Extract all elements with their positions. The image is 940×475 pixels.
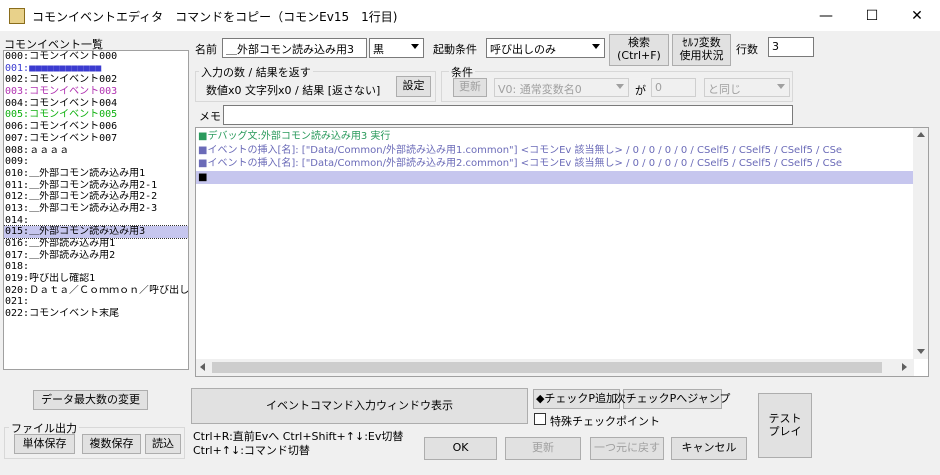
command-line[interactable]: ■イベントの挿入[名]: ["Data/Common/外部読み込み用1.comm… (198, 145, 842, 157)
memo-label: メモ (199, 110, 221, 123)
list-item[interactable]: 003:コモンイベント003 (4, 86, 188, 98)
check-add-button[interactable]: ◆チェックP追加 (533, 389, 620, 409)
next-check-button[interactable]: 次チェックPへジャンプ (615, 389, 730, 409)
close-button[interactable]: ✕ (894, 0, 940, 31)
event-command-window-button[interactable]: イベントコマンド入力ウィンドウ表示 (191, 388, 528, 424)
cancel-button[interactable]: キャンセル (671, 437, 747, 460)
condition-value-spinner[interactable]: 0 (651, 78, 696, 97)
trigger-label: 起動条件 (433, 43, 477, 56)
condition-variable-select[interactable]: V0: 通常変数名0 (494, 78, 629, 97)
line-count-label: 行数 (736, 43, 758, 56)
title-bar: コモンイベントエディタ コマンドをコピー（コモンEv15 1行目) — ☐ ✕ (0, 0, 940, 31)
list-item[interactable]: 011:＿外部コモン読み込み用2-1 (4, 180, 188, 192)
command-editor[interactable]: ■デバッグ文:外部コモン読み込み用3 実行 ■イベントの挿入[名]: ["Data… (195, 127, 929, 377)
list-item[interactable]: 018: (4, 261, 188, 273)
condition-comparator-select[interactable]: と同じ (704, 78, 790, 97)
list-item[interactable]: 017:＿外部読み込み用2 (4, 250, 188, 262)
list-item[interactable]: 010:＿外部コモン読み込み用1 (4, 168, 188, 180)
io-summary: 数値x0 文字列x0 / 結果 [返さない] (206, 84, 381, 97)
list-item[interactable]: 002:コモンイベント002 (4, 74, 188, 86)
io-group-label: 入力の数 / 結果を返す (199, 64, 313, 80)
maximize-button[interactable]: ☐ (849, 0, 895, 31)
scroll-right-icon (902, 363, 907, 371)
color-select[interactable]: 黒 (369, 38, 424, 58)
editor-horizontal-scrollbar[interactable] (196, 359, 914, 376)
selected-line-highlight (196, 171, 914, 184)
condition-comparator-value: と同じ (708, 83, 741, 96)
list-item[interactable]: 008:ａａａａ (4, 145, 188, 157)
search-button-line2: (Ctrl+F) (617, 49, 661, 62)
test-play-line1: テスト (768, 411, 802, 425)
list-item[interactable]: 005:コモンイベント005 (4, 109, 188, 121)
scroll-thumb[interactable] (212, 362, 882, 373)
self-var-button[interactable]: ｾﾙﾌ変数 使用状況 (672, 34, 731, 66)
single-save-button[interactable]: 単体保存 (14, 434, 75, 454)
chevron-down-icon (411, 44, 419, 49)
list-item[interactable]: 022:コモンイベント末尾 (4, 308, 188, 320)
test-play-line2: プレイ (768, 424, 802, 438)
list-item[interactable]: 013:＿外部コモン読み込み用2-3 (4, 203, 188, 215)
condition-value: 0 (655, 81, 662, 94)
scroll-down-icon (917, 349, 925, 354)
self-var-button-line2: 使用状況 (679, 49, 724, 62)
scroll-left-icon (200, 363, 205, 371)
chevron-down-icon (616, 84, 624, 89)
special-check-label: 特殊チェックポイント (550, 415, 660, 428)
condition-ga-label: が (635, 84, 646, 97)
list-item[interactable]: 000:コモンイベント000 (4, 51, 188, 63)
command-line[interactable]: ■デバッグ文:外部コモン読み込み用3 実行 (198, 131, 390, 143)
multi-save-button[interactable]: 複数保存 (82, 434, 141, 454)
load-button[interactable]: 読込 (145, 434, 181, 454)
scroll-up-icon (917, 132, 925, 137)
list-item[interactable]: 016:＿外部読み込み用1 (4, 238, 188, 250)
app-icon (9, 8, 25, 24)
editor-vertical-scrollbar[interactable] (913, 128, 928, 359)
list-item[interactable]: 020:Ｄａｔａ／Ｃｏｍｍｏｎ／呼び出し確認 (4, 285, 188, 297)
io-settings-button[interactable]: 設定 (396, 76, 431, 97)
name-input[interactable]: ＿外部コモン読み込み用3 (222, 38, 367, 58)
trigger-select[interactable]: 呼び出しのみ (486, 38, 605, 58)
list-item[interactable]: 007:コモンイベント007 (4, 133, 188, 145)
list-item[interactable]: 009: (4, 156, 188, 168)
chevron-down-icon (777, 84, 785, 89)
list-item[interactable]: 001:■■■■■■■■■■■■ (4, 63, 188, 75)
data-max-button[interactable]: データ最大数の変更 (33, 390, 148, 410)
undo-button[interactable]: 一つ元に戻す (590, 437, 664, 460)
condition-variable-value: V0: 通常変数名0 (498, 83, 582, 96)
test-play-button[interactable]: テスト プレイ (758, 393, 812, 458)
chevron-down-icon (592, 44, 600, 49)
help-line-1: Ctrl+R:直前Evへ Ctrl+Shift+↑↓:Ev切替 (193, 430, 404, 443)
list-item[interactable]: 014: (4, 215, 188, 227)
name-label: 名前 (195, 43, 217, 56)
window-title: コモンイベントエディタ コマンドをコピー（コモンEv15 1行目) (32, 10, 398, 24)
color-select-value: 黒 (373, 43, 384, 56)
command-line[interactable]: ■ (198, 172, 207, 184)
minimize-button[interactable]: — (803, 0, 849, 31)
line-count-input[interactable]: 3 (768, 37, 814, 57)
condition-update-button[interactable]: 更新 (453, 78, 487, 97)
list-item[interactable]: 021: (4, 296, 188, 308)
list-item[interactable]: 012:＿外部コモン読み込み用2-2 (4, 191, 188, 203)
help-line-2: Ctrl+↑↓:コマンド切替 (193, 444, 310, 457)
memo-input[interactable] (223, 105, 793, 125)
command-line[interactable]: ■イベントの挿入[名]: ["Data/Common/外部読み込み用2.comm… (198, 158, 842, 170)
ok-button[interactable]: OK (424, 437, 497, 460)
update-button[interactable]: 更新 (505, 437, 581, 460)
list-item[interactable]: 006:コモンイベント006 (4, 121, 188, 133)
special-check-checkbox[interactable] (534, 413, 546, 425)
list-item[interactable]: 015:＿外部コモン読み込み用3 (4, 225, 188, 239)
list-item[interactable]: 019:呼び出し確認1 (4, 273, 188, 285)
search-button[interactable]: 検索 (Ctrl+F) (609, 34, 669, 66)
trigger-select-value: 呼び出しのみ (490, 43, 556, 56)
common-event-list[interactable]: 000:コモンイベント000 001:■■■■■■■■■■■■ 002:コモンイベン… (3, 50, 189, 370)
list-item[interactable]: 004:コモンイベント004 (4, 98, 188, 110)
